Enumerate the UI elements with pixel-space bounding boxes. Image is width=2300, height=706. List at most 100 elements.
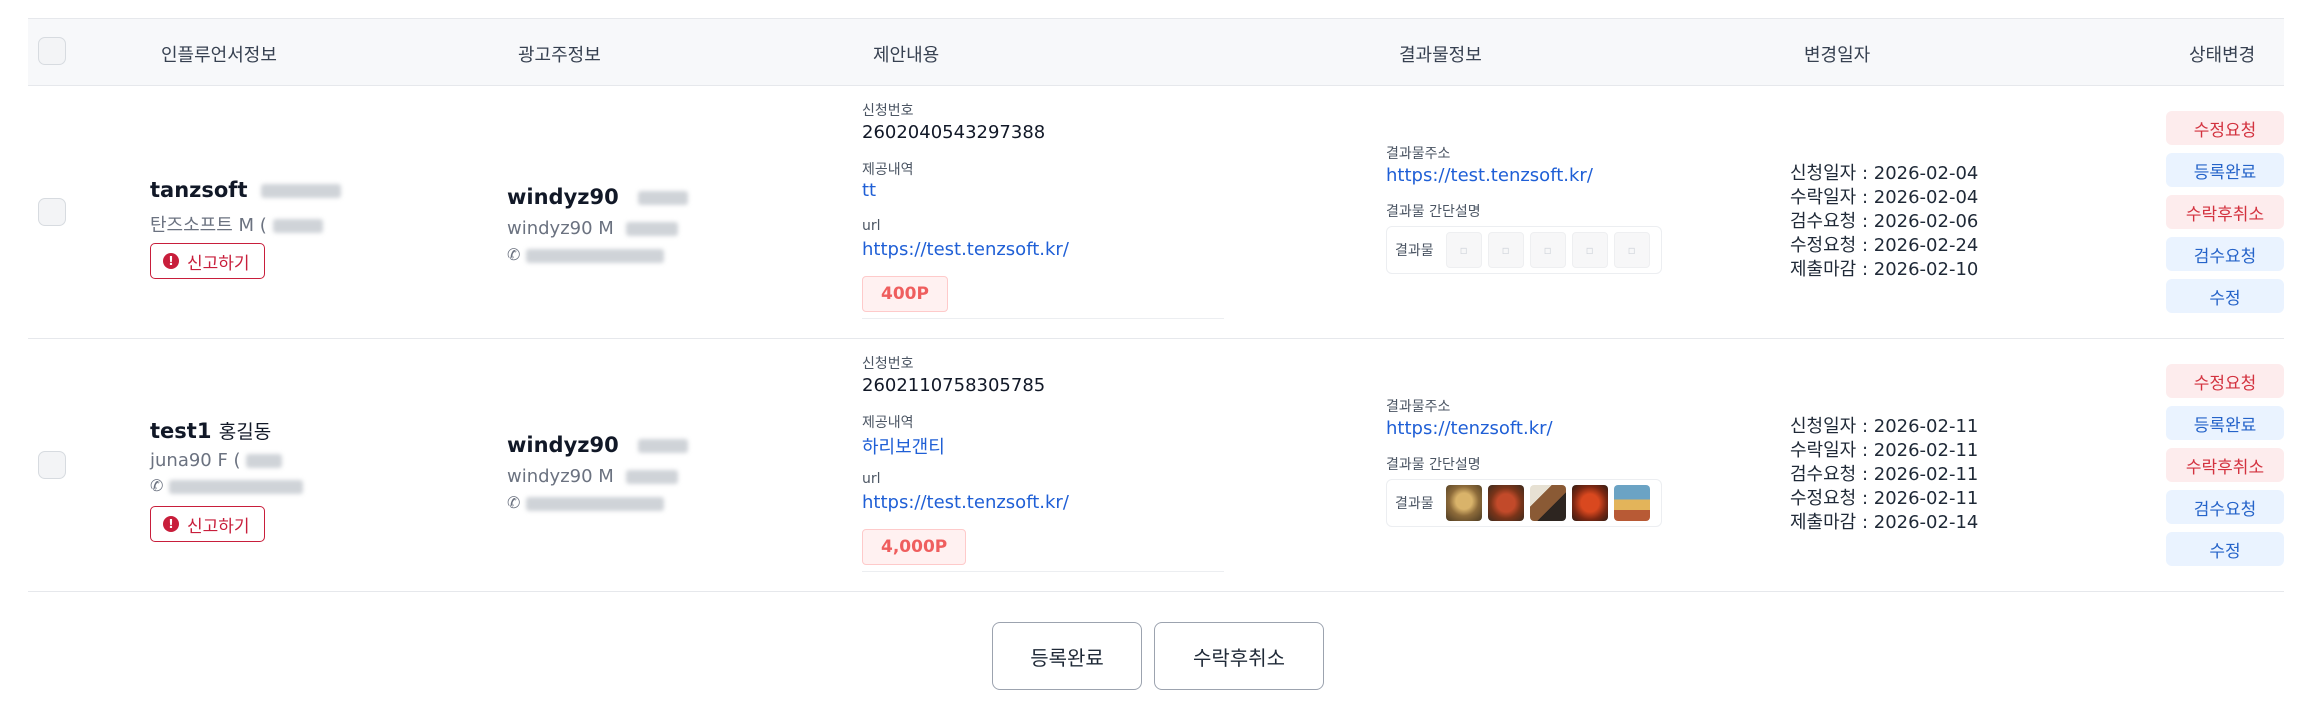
advertiser-id: windyz90 <box>507 433 619 457</box>
register-done-button[interactable]: 등록완료 <box>2166 153 2284 187</box>
influencer-name: test1 홍길동 <box>150 417 271 444</box>
apply-no: 2602110758305785 <box>862 375 1046 396</box>
phone-icon: ✆ <box>150 476 164 495</box>
report-button[interactable]: ! 신고하기 <box>150 506 265 542</box>
influencer-real-name: 홍길동 <box>218 421 272 443</box>
advertiser-id: windyz90 <box>507 185 619 209</box>
divider <box>862 318 1224 319</box>
advertiser-meta-text: windyz90 M <box>507 466 614 487</box>
redacted-name <box>638 191 689 205</box>
date-list: 신청일자 : 2026-02-04 수락일자 : 2026-02-04 검수요청… <box>1790 162 1978 282</box>
advertiser-name: windyz90 <box>507 433 689 457</box>
influencer-meta-text: 탄즈소프트 M ( <box>150 215 267 236</box>
row-checkbox[interactable] <box>38 198 66 226</box>
revision-request-button[interactable]: 수정요청 <box>2166 364 2284 398</box>
influencer-meta-text: juna90 F ( <box>150 450 241 471</box>
col-proposal: 제안내용 <box>873 45 940 66</box>
influencer-meta: 탄즈소프트 M ( <box>150 211 323 237</box>
date-list: 신청일자 : 2026-02-11 수락일자 : 2026-02-11 검수요청… <box>1790 415 1978 535</box>
report-button[interactable]: ! 신고하기 <box>150 243 265 279</box>
food-photo-thumbnail[interactable] <box>1487 485 1524 521</box>
advertiser-phone: ✆ <box>507 493 664 512</box>
influencer-phone: ✆ <box>150 476 303 495</box>
phone-icon: ✆ <box>507 245 521 264</box>
result-thumbnails: 결과물 <box>1386 479 1662 527</box>
food-photo-thumbnail[interactable] <box>1529 485 1566 521</box>
food-photo-thumbnail[interactable] <box>1613 485 1650 521</box>
redacted-name <box>260 184 341 198</box>
col-changed-date: 변경일자 <box>1804 45 1871 66</box>
influencer-meta: juna90 F ( <box>150 450 283 471</box>
date-revision-request: 수정요청 : 2026-02-24 <box>1790 235 1979 256</box>
result-thumbnails: 결과물 ▫ ▫ ▫ ▫ ▫ <box>1386 226 1662 274</box>
advertiser-phone: ✆ <box>507 245 664 264</box>
col-result: 결과물정보 <box>1399 45 1482 66</box>
advertiser-name: windyz90 <box>507 185 689 209</box>
divider <box>862 571 1224 572</box>
redacted-phone <box>168 479 303 494</box>
edit-button[interactable]: 수정 <box>2166 532 2284 566</box>
result-url[interactable]: https://tenzsoft.kr/ <box>1386 418 1553 439</box>
report-label: 신고하기 <box>187 516 250 537</box>
table-row: test1 홍길동 juna90 F ( ✆ ! 신고하기 windyz90 w… <box>28 338 2284 592</box>
cancel-after-accept-button[interactable]: 수락후취소 <box>2166 448 2284 482</box>
apply-no-label: 신청번호 <box>862 356 914 372</box>
review-request-button[interactable]: 검수요청 <box>2166 490 2284 524</box>
influencer-id: test1 <box>150 419 212 443</box>
date-deadline: 제출마감 : 2026-02-10 <box>1790 259 1979 280</box>
advertiser-meta: windyz90 M <box>507 218 678 239</box>
image-placeholder-icon: ▫ <box>1613 232 1650 268</box>
proposal-url[interactable]: https://test.tenzsoft.kr/ <box>862 239 1069 260</box>
point-badge: 4,000P <box>862 529 967 565</box>
redacted-age <box>246 454 283 468</box>
date-accepted: 수락일자 : 2026-02-11 <box>1790 440 1979 461</box>
bulk-register-done-button[interactable]: 등록완료 <box>992 622 1142 690</box>
url-label: url <box>862 471 881 487</box>
redacted-age <box>272 219 323 233</box>
phone-icon: ✆ <box>507 493 521 512</box>
offer-link[interactable]: tt <box>862 180 876 201</box>
alert-icon: ! <box>163 516 179 532</box>
redacted-age <box>625 222 678 236</box>
result-label: 결과물 <box>1395 496 1434 512</box>
date-applied: 신청일자 : 2026-02-04 <box>1790 163 1979 184</box>
select-all-checkbox[interactable] <box>38 37 66 65</box>
image-placeholder-icon: ▫ <box>1487 232 1524 268</box>
result-url-label: 결과물주소 <box>1386 146 1451 162</box>
table-row: tanzsoft 탄즈소프트 M ( ! 신고하기 windyz90 windy… <box>28 85 2284 339</box>
apply-no: 2602040543297388 <box>862 122 1046 143</box>
offer-link[interactable]: 하리보갠티 <box>862 433 945 459</box>
image-placeholder-icon: ▫ <box>1529 232 1566 268</box>
url-label: url <box>862 218 881 234</box>
redacted-phone <box>525 496 664 511</box>
influencer-name: tanzsoft <box>150 178 341 202</box>
review-request-button[interactable]: 검수요청 <box>2166 237 2284 271</box>
food-photo-thumbnail[interactable] <box>1445 485 1482 521</box>
bulk-cancel-after-accept-button[interactable]: 수락후취소 <box>1154 622 1324 690</box>
point-badge: 400P <box>862 276 948 312</box>
table-header: 인플루언서정보 광고주정보 제안내용 결과물정보 변경일자 상태변경 <box>28 18 2284 86</box>
revision-request-button[interactable]: 수정요청 <box>2166 111 2284 145</box>
advertiser-meta: windyz90 M <box>507 466 678 487</box>
food-photo-thumbnail[interactable] <box>1571 485 1608 521</box>
edit-button[interactable]: 수정 <box>2166 279 2284 313</box>
date-deadline: 제출마감 : 2026-02-14 <box>1790 512 1979 533</box>
date-review-request: 검수요청 : 2026-02-11 <box>1790 464 1979 485</box>
redacted-age <box>625 470 678 484</box>
date-review-request: 검수요청 : 2026-02-06 <box>1790 211 1979 232</box>
cancel-after-accept-button[interactable]: 수락후취소 <box>2166 195 2284 229</box>
influencer-id: tanzsoft <box>150 178 248 202</box>
date-revision-request: 수정요청 : 2026-02-11 <box>1790 488 1979 509</box>
proposal-url[interactable]: https://test.tenzsoft.kr/ <box>862 492 1069 513</box>
row-checkbox[interactable] <box>38 451 66 479</box>
result-url[interactable]: https://test.tenzsoft.kr/ <box>1386 165 1593 186</box>
offer-label: 제공내역 <box>862 162 914 178</box>
result-desc-label: 결과물 간단설명 <box>1386 457 1481 473</box>
report-label: 신고하기 <box>187 253 250 274</box>
alert-icon: ! <box>163 253 179 269</box>
redacted-name <box>638 439 689 453</box>
register-done-button[interactable]: 등록완료 <box>2166 406 2284 440</box>
advertiser-meta-text: windyz90 M <box>507 218 614 239</box>
offer-label: 제공내역 <box>862 415 914 431</box>
result-url-label: 결과물주소 <box>1386 399 1451 415</box>
